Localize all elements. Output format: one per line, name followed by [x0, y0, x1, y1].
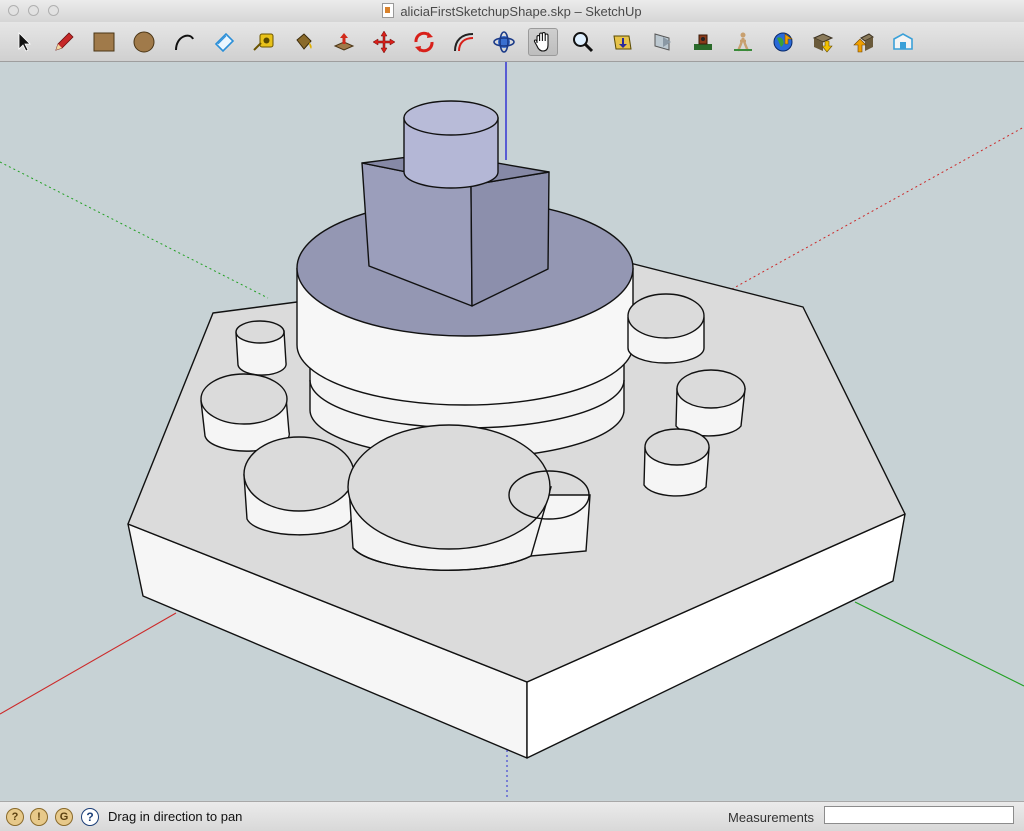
hand-icon: [533, 31, 549, 52]
document-icon: [382, 3, 395, 18]
small-cylinder-3[interactable]: [627, 293, 705, 364]
offset-icon: [454, 33, 474, 52]
red-axis-negative: [722, 126, 1024, 295]
share-model-tool[interactable]: [848, 28, 878, 56]
small-cylinder-6[interactable]: [243, 436, 355, 536]
credits-icon[interactable]: !: [30, 808, 48, 826]
measurements-input[interactable]: [824, 806, 1014, 824]
small-cylinder-5[interactable]: [643, 428, 710, 497]
move-icon: [372, 30, 396, 54]
measurements-label: Measurements: [728, 810, 814, 825]
previous-view-tool[interactable]: [648, 28, 678, 56]
geo-location-icon[interactable]: ?: [6, 808, 24, 826]
rotate-tool[interactable]: [409, 28, 439, 56]
get-models-icon: [812, 33, 834, 53]
select-tool[interactable]: [9, 28, 39, 56]
eraser-icon: [214, 32, 235, 53]
help-icon[interactable]: ?: [81, 808, 99, 826]
tape-measure-icon: [253, 33, 274, 51]
arc-tool[interactable]: [169, 28, 199, 56]
red-axis: [0, 612, 177, 715]
circle-tool[interactable]: [129, 28, 159, 56]
title-bar: aliciaFirstSketchupShape.skp – SketchUp: [0, 0, 1024, 23]
circle-icon: [133, 31, 155, 53]
walk-icon: [734, 32, 752, 52]
google-icon[interactable]: G: [55, 808, 73, 826]
eraser-tool[interactable]: [209, 28, 239, 56]
arc-icon: [175, 34, 194, 51]
rotate-icon: [414, 31, 434, 53]
orbit-tool[interactable]: [489, 28, 519, 56]
move-tool[interactable]: [369, 28, 399, 56]
magnifier-icon: [573, 32, 594, 53]
zoom-extents-icon: [613, 35, 632, 50]
rectangle-tool[interactable]: [89, 28, 119, 56]
extension-warehouse-tool[interactable]: [888, 28, 918, 56]
small-cylinder-1[interactable]: [235, 320, 287, 376]
pencil-tool[interactable]: [49, 28, 79, 56]
green-axis-negative: [0, 161, 269, 299]
previous-view-icon: [654, 33, 671, 51]
orbit-icon: [493, 31, 515, 53]
small-cylinder-4[interactable]: [675, 369, 746, 437]
push-pull-tool[interactable]: [329, 28, 359, 56]
status-bar: ? ! G ? Drag in direction to pan Measure…: [0, 801, 1024, 831]
toolbar: [0, 22, 1024, 62]
get-models-tool[interactable]: [808, 28, 838, 56]
top-cylinder[interactable]: [403, 100, 499, 189]
add-location-tool[interactable]: [768, 28, 798, 56]
large-intersecting-cylinder-top: [347, 424, 551, 550]
window-title: aliciaFirstSketchupShape.skp – SketchUp: [400, 4, 642, 19]
push-pull-icon: [333, 33, 355, 51]
paint-bucket-icon: [296, 33, 312, 50]
status-message: Drag in direction to pan: [108, 809, 243, 824]
zoom-tool[interactable]: [568, 28, 598, 56]
model-view[interactable]: [0, 62, 1024, 800]
rectangle-icon: [93, 32, 115, 52]
arrow-icon: [18, 32, 31, 52]
position-camera-tool[interactable]: [688, 28, 718, 56]
position-camera-icon: [694, 34, 712, 50]
paint-bucket-tool[interactable]: [289, 28, 319, 56]
pencil-icon: [55, 32, 74, 51]
extension-warehouse-icon: [893, 33, 913, 50]
walk-tool[interactable]: [728, 28, 758, 56]
offset-tool[interactable]: [449, 28, 479, 56]
globe-icon: [773, 32, 793, 52]
share-model-icon: [853, 33, 874, 53]
tape-measure-tool[interactable]: [249, 28, 279, 56]
drawing-area[interactable]: [0, 62, 1024, 800]
green-axis: [854, 601, 1024, 687]
pan-tool[interactable]: [528, 28, 558, 56]
zoom-extents-tool[interactable]: [608, 28, 638, 56]
